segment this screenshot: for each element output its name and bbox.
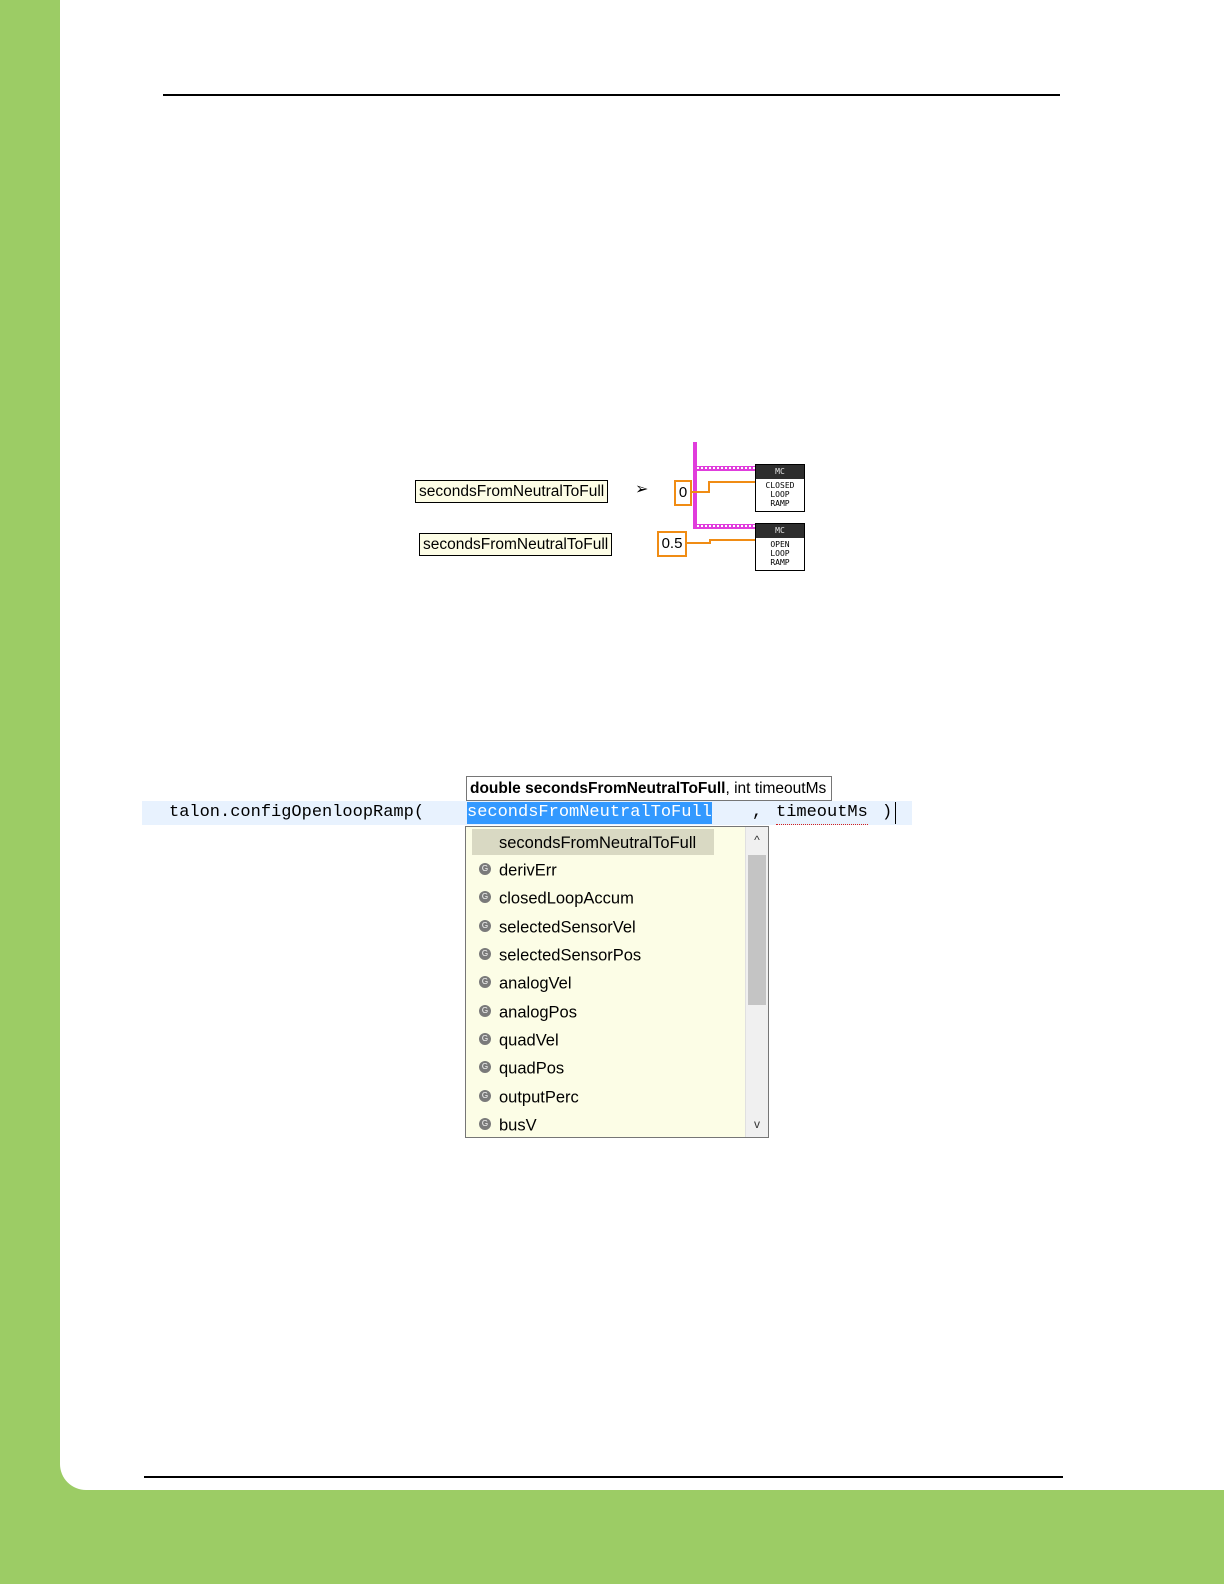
autocomplete-item[interactable]: GclosedLoopAccum <box>466 885 744 911</box>
text-caret <box>895 802 896 824</box>
reference-wire-vertical <box>693 442 697 528</box>
scroll-up-icon[interactable]: ^ <box>746 829 768 851</box>
autocomplete-popup[interactable]: secondsFromNeutralToFull GderivErr Gclos… <box>465 826 769 1138</box>
autocomplete-item-label: busV <box>499 1116 537 1135</box>
autocomplete-item-label: analogPos <box>499 1003 577 1022</box>
labview-diagram: secondsFromNeutralToFull ➢ 0 MC CLOSED L… <box>412 440 832 590</box>
autocomplete-item-selected[interactable]: secondsFromNeutralToFull <box>472 829 714 855</box>
autocomplete-item[interactable]: GanalogPos <box>466 999 744 1025</box>
autocomplete-item-label: quadPos <box>499 1059 565 1078</box>
field-icon: G <box>479 890 491 903</box>
field-icon: G <box>479 1060 491 1073</box>
open-loop-wire-a <box>687 542 711 544</box>
open-loop-ramp-vi[interactable]: MC OPEN LOOP RAMP <box>755 523 805 571</box>
vi-caption: OPEN LOOP RAMP <box>770 540 790 567</box>
header-rule <box>163 94 1060 96</box>
autocomplete-item-label: outputPerc <box>499 1088 579 1107</box>
autocomplete-item-label: closedLoopAccum <box>499 889 634 908</box>
field-icon: G <box>479 1004 491 1017</box>
field-icon: G <box>479 1117 491 1130</box>
vi-caption: CLOSED LOOP RAMP <box>765 481 795 508</box>
closed-loop-param-label: secondsFromNeutralToFull <box>415 480 609 503</box>
field-icon: G <box>479 975 491 988</box>
vi-header: MC <box>756 465 804 479</box>
selected-parameter[interactable]: secondsFromNeutralToFull <box>467 802 712 824</box>
field-icon: G <box>479 919 491 932</box>
code-comma: , <box>752 803 773 822</box>
autocomplete-item-label: selectedSensorPos <box>499 946 642 965</box>
reference-wire-closed-dots <box>697 467 755 469</box>
open-loop-constant[interactable]: 0.5 <box>657 531 687 557</box>
code-close-paren: ) <box>882 803 893 822</box>
vi-header: MC <box>756 524 804 538</box>
hint-other-params: , int timeoutMs <box>725 780 827 797</box>
autocomplete-item[interactable]: GanalogVel <box>466 970 744 996</box>
field-icon: G <box>479 947 491 960</box>
autocomplete-item[interactable]: GderivErr <box>466 857 744 883</box>
timeout-parameter[interactable]: timeoutMs <box>776 802 868 825</box>
autocomplete-item-label: analogVel <box>499 974 572 993</box>
scrollbar-thumb[interactable] <box>748 855 766 1005</box>
footer-rule <box>144 1476 1063 1478</box>
autocomplete-item[interactable]: GquadVel <box>466 1027 744 1053</box>
autocomplete-item[interactable]: GquadPos <box>466 1055 744 1081</box>
autocomplete-item-label: selectedSensorVel <box>499 918 636 937</box>
autocomplete-item[interactable]: GselectedSensorPos <box>466 942 744 968</box>
closed-loop-wire-c <box>708 481 755 483</box>
autocomplete-item-label: quadVel <box>499 1031 559 1050</box>
closed-loop-ramp-vi[interactable]: MC CLOSED LOOP RAMP <box>755 464 805 512</box>
open-loop-wire-c <box>709 539 755 541</box>
field-icon: G <box>479 1032 491 1045</box>
autocomplete-item[interactable]: GbusV <box>466 1112 744 1137</box>
scroll-down-icon[interactable]: v <box>746 1113 768 1135</box>
field-icon: G <box>479 1089 491 1102</box>
open-loop-param-label: secondsFromNeutralToFull <box>419 533 613 556</box>
arrow-icon: ➢ <box>635 481 649 498</box>
code-method-call: talon.configOpenloopRamp( <box>169 803 425 822</box>
reference-wire-open-dots <box>697 525 755 527</box>
parameter-hint-tooltip: double secondsFromNeutralToFull, int tim… <box>466 776 833 801</box>
autocomplete-scrollbar[interactable]: ^ v <box>745 827 768 1137</box>
autocomplete-item-label: secondsFromNeutralToFull <box>499 833 697 852</box>
field-icon: G <box>479 862 491 875</box>
page-border-bottom <box>0 1490 1224 1584</box>
page-border-left <box>0 0 60 1584</box>
closed-loop-constant[interactable]: 0 <box>674 480 692 506</box>
autocomplete-item[interactable]: GoutputPerc <box>466 1084 744 1110</box>
autocomplete-item-label: derivErr <box>499 861 557 880</box>
hint-current-param: double secondsFromNeutralToFull <box>470 780 726 797</box>
autocomplete-item[interactable]: GselectedSensorVel <box>466 914 744 940</box>
